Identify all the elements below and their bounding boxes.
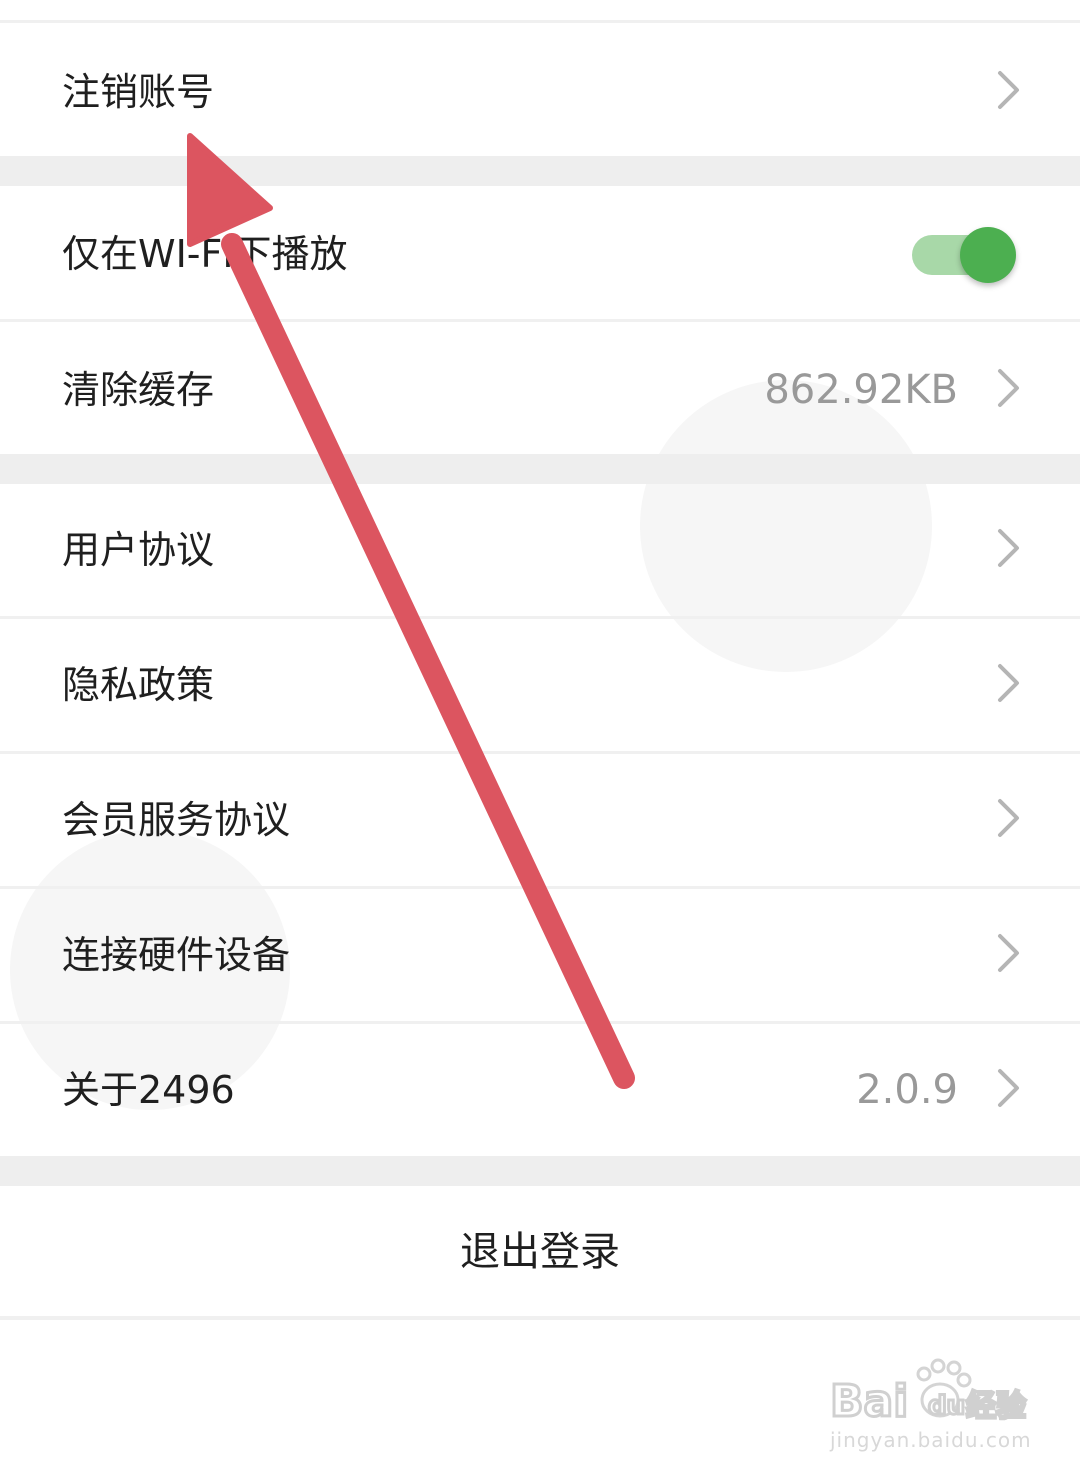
svg-text:经验: 经验 [966, 1389, 1026, 1424]
svg-text:Bai: Bai [830, 1376, 908, 1427]
watermark-url: jingyan.baidu.com [830, 1428, 1032, 1452]
svg-text:du: du [928, 1391, 965, 1421]
baidu-jingyan-watermark: Bai du 经验 jingyan.baidu.com [828, 1358, 1031, 1458]
baidu-logo-icon: Bai du 经验 [829, 1358, 1028, 1429]
annotation-arrow-icon [187, 133, 635, 1089]
